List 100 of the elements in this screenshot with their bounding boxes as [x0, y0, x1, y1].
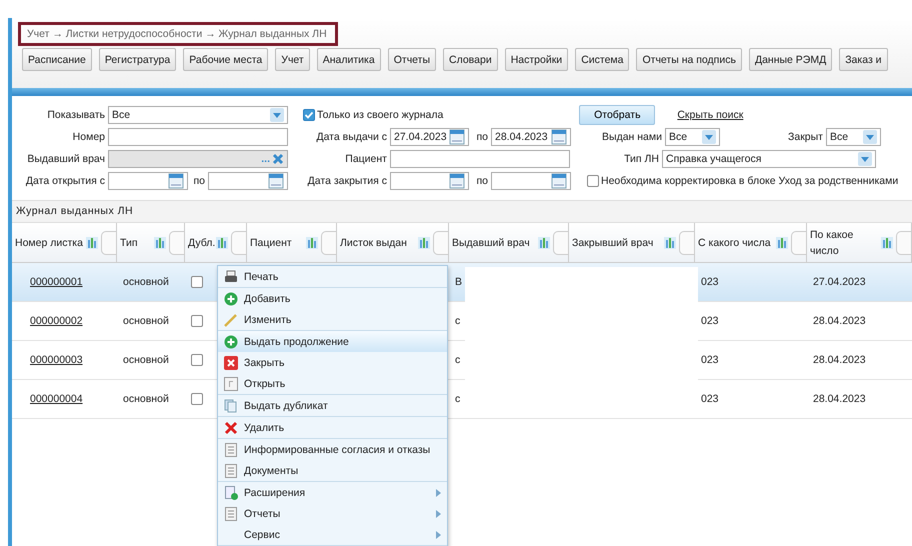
sheet-number-link[interactable]: 000000003 [12, 341, 117, 380]
nav-button[interactable]: Регистратура [98, 48, 176, 71]
columns-icon[interactable] [86, 236, 98, 248]
column-header[interactable]: По какое число [807, 223, 912, 263]
sheet-number-link[interactable]: 000000004 [12, 380, 117, 419]
column-header[interactable]: Номер листка [12, 223, 117, 263]
column-header[interactable]: Дубл. [185, 223, 247, 263]
toggle-icon[interactable] [553, 230, 568, 254]
menu-item[interactable]: Закрыть [218, 352, 447, 373]
menu-item[interactable]: Выдать продолжение [218, 331, 447, 352]
sheet-number-link[interactable]: 000000001 [12, 263, 117, 302]
checkbox[interactable] [191, 315, 203, 327]
date-field[interactable] [390, 172, 469, 190]
panel-title: Журнал выданных ЛН [12, 201, 912, 223]
nav-button[interactable]: Настройки [504, 48, 568, 71]
select-field[interactable]: Все [826, 128, 881, 146]
checkbox[interactable] [191, 354, 203, 366]
column-header[interactable]: Выдавший врач [449, 223, 569, 263]
date-field[interactable]: 27.04.2023 [390, 128, 469, 146]
menu-item[interactable]: Информированные согласия и отказы [218, 439, 447, 460]
hide-search-link[interactable]: Скрыть поиск [677, 108, 744, 120]
input-field[interactable] [108, 128, 288, 146]
nav-button[interactable]: Система [575, 48, 630, 71]
menu-item[interactable]: Документы [218, 460, 447, 481]
menu-item[interactable]: Печать [218, 266, 447, 287]
table-cell: основной [117, 263, 185, 302]
table-cell: основной [117, 302, 185, 341]
toggle-icon[interactable] [679, 230, 694, 254]
calendar-icon[interactable] [449, 172, 465, 188]
columns-icon[interactable] [154, 236, 166, 248]
toggle-icon[interactable] [896, 230, 911, 254]
close-icon [224, 356, 238, 370]
input-field[interactable] [390, 150, 570, 168]
menu-item[interactable]: Выдать дубликат [218, 395, 447, 416]
nav-button[interactable]: Данные РЭМД [748, 48, 832, 71]
checkbox[interactable] [587, 174, 599, 186]
sheet-number-link[interactable]: 000000002 [12, 302, 117, 341]
columns-icon[interactable] [418, 236, 430, 248]
toggle-icon[interactable] [791, 230, 806, 254]
columns-icon[interactable] [776, 236, 788, 248]
table-cell: 28.04.2023 [807, 380, 912, 419]
date-field[interactable] [491, 172, 571, 190]
nav-button[interactable]: Отчеты на подпись [636, 48, 742, 71]
toggle-icon[interactable] [231, 230, 246, 254]
column-header[interactable]: Пациент [247, 223, 337, 263]
field-label: Показывать [46, 108, 106, 120]
checkbox[interactable] [191, 393, 203, 405]
columns-icon[interactable] [306, 236, 318, 248]
field-label: Дата открытия с [24, 174, 106, 186]
nav-button[interactable]: Словари [443, 48, 498, 71]
document-icon [224, 376, 238, 390]
columns-icon[interactable] [881, 236, 893, 248]
document-icon [224, 506, 238, 520]
apply-button[interactable]: Отобрать [579, 104, 656, 124]
menu-item[interactable]: Удалить [218, 417, 447, 438]
column-header[interactable]: Тип [117, 223, 185, 263]
date-field[interactable]: 28.04.2023 [491, 128, 571, 146]
printer-icon [224, 270, 238, 284]
checkbox[interactable] [191, 276, 203, 288]
nav-button[interactable]: Отчеты [388, 48, 436, 71]
nav-button[interactable]: Заказ и [839, 48, 888, 71]
menu-item[interactable]: Открыть [218, 373, 447, 394]
calendar-icon[interactable] [268, 172, 284, 188]
menu-item[interactable]: Добавить [218, 288, 447, 309]
calendar-icon[interactable] [551, 172, 567, 188]
toggle-icon[interactable] [433, 230, 448, 254]
select-field[interactable]: Все [108, 106, 288, 124]
menu-item[interactable]: Расширения [218, 482, 447, 503]
nav-button[interactable]: Рабочие места [183, 48, 268, 71]
nav-button[interactable]: Учет [275, 48, 310, 71]
column-header[interactable]: Закрывший врач [569, 223, 695, 263]
column-header[interactable]: С какого числа [695, 223, 807, 263]
columns-icon[interactable] [538, 236, 550, 248]
table-cell: 28.04.2023 [807, 302, 912, 341]
columns-icon[interactable] [664, 236, 676, 248]
calendar-icon[interactable] [551, 128, 567, 144]
calendar-icon[interactable] [168, 172, 184, 188]
date-field[interactable] [108, 172, 188, 190]
nav-button[interactable]: Аналитика [316, 48, 381, 71]
field-label: Номер [72, 130, 106, 142]
calendar-icon[interactable] [449, 128, 465, 144]
checkbox[interactable] [303, 108, 315, 120]
plus-icon [224, 292, 238, 306]
field-label: Выдан нами [601, 130, 663, 142]
copy-icon [224, 398, 238, 412]
columns-icon[interactable] [216, 236, 228, 248]
date-field[interactable] [208, 172, 288, 190]
toggle-icon[interactable] [321, 230, 336, 254]
menu-item[interactable]: Изменить [218, 309, 447, 330]
chevron-right-icon [436, 530, 441, 538]
field-label: Тип ЛН [623, 152, 660, 164]
select-field[interactable]: Все [665, 128, 720, 146]
toggle-icon[interactable] [169, 230, 184, 254]
toggle-icon[interactable] [101, 230, 116, 254]
column-header[interactable]: Листок выдан [337, 223, 449, 263]
nav-button[interactable]: Расписание [22, 48, 92, 71]
chevron-right-icon [436, 488, 441, 496]
select-field[interactable]: Справка учащегося [662, 150, 876, 168]
menu-item[interactable]: Отчеты [218, 503, 447, 524]
menu-item[interactable]: Сервис [218, 524, 447, 545]
